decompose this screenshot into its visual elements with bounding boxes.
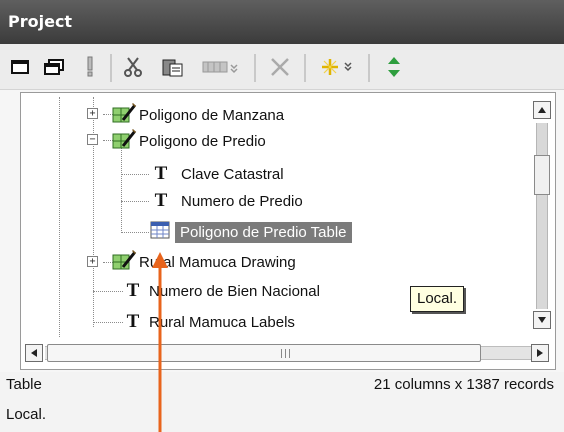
tree-item-label: Clave Catastral xyxy=(181,165,284,183)
tree-item-rural-mamuca-drawing[interactable]: Rural Mamuca Drawing xyxy=(111,249,296,275)
drawing-icon xyxy=(111,102,139,128)
drawing-icon xyxy=(111,249,139,275)
toolbar-separator xyxy=(368,54,370,82)
project-tree: + − + Poligono de Manzana Poligono de Pr… xyxy=(20,92,556,370)
status-summary: 21 columns x 1387 records xyxy=(373,376,554,393)
scroll-thumb[interactable]: ||| xyxy=(47,344,481,362)
tree-item-numero-de-predio[interactable]: T Numero de Predio xyxy=(149,188,303,214)
cut-icon[interactable] xyxy=(118,52,148,82)
scroll-right-button[interactable] xyxy=(531,344,549,362)
expand-toggle[interactable]: + xyxy=(87,108,98,119)
arrow-left-icon xyxy=(31,349,37,357)
toolbar xyxy=(0,44,564,90)
tree-connector xyxy=(121,174,149,175)
tree-item-poligono-de-predio-table[interactable]: Poligono de Predio Table xyxy=(149,219,352,245)
tree-item-poligono-de-predio[interactable]: Poligono de Predio xyxy=(111,128,266,154)
tooltip: Local. xyxy=(410,286,465,312)
callout-arrow-icon xyxy=(152,252,168,432)
scroll-left-button[interactable] xyxy=(25,344,43,362)
drawing-icon xyxy=(111,128,139,154)
tree-connector xyxy=(121,201,149,202)
tree-connector xyxy=(121,141,122,233)
project-window: Project + − + Poligono de Manzana Poligo… xyxy=(0,0,564,432)
tree-item-label: Poligono de Manzana xyxy=(139,106,285,124)
text-labels-icon: T xyxy=(126,280,140,301)
status-bar: Table 21 columns x 1387 records Local. xyxy=(0,372,564,432)
new-item-icon[interactable] xyxy=(318,52,362,82)
horizontal-scrollbar[interactable]: ||| xyxy=(25,343,553,363)
delete-icon[interactable] xyxy=(266,52,294,82)
status-tip: Local. xyxy=(6,406,47,423)
arrow-down-icon xyxy=(538,317,546,323)
properties-icon[interactable] xyxy=(80,52,100,82)
tree-connector xyxy=(93,291,123,292)
tree-item-clave-catastral[interactable]: T Clave Catastral xyxy=(149,161,284,187)
tree-connector xyxy=(121,232,149,233)
tree-item-rural-mamuca-labels[interactable]: T Rural Mamuca Labels xyxy=(121,309,295,335)
scroll-track[interactable] xyxy=(536,123,548,309)
tree-item-label: Poligono de Predio xyxy=(139,132,266,150)
collapse-toggle[interactable]: − xyxy=(87,134,98,145)
arrow-up-icon xyxy=(538,107,546,113)
tree-item-label: Numero de Predio xyxy=(181,192,303,210)
text-labels-icon: T xyxy=(126,311,140,332)
restore-window-icon[interactable] xyxy=(40,52,68,82)
scroll-grip-icon: ||| xyxy=(280,349,293,359)
refresh-icon[interactable] xyxy=(380,52,408,82)
arrow-right-icon xyxy=(537,349,543,357)
tree-connector xyxy=(93,322,123,323)
table-icon xyxy=(149,220,175,244)
tree-connector xyxy=(59,97,60,337)
vertical-scrollbar[interactable] xyxy=(533,101,551,331)
tree-item-label-selected: Poligono de Predio Table xyxy=(175,221,352,243)
status-item-type: Table xyxy=(6,376,42,393)
expand-toggle[interactable]: + xyxy=(87,256,98,267)
import-icon[interactable] xyxy=(200,52,244,82)
scroll-up-button[interactable] xyxy=(533,101,551,119)
text-labels-icon: T xyxy=(154,190,168,211)
text-labels-icon: T xyxy=(154,163,168,184)
toolbar-separator xyxy=(304,54,306,82)
tree-item-label: Rural Mamuca Labels xyxy=(149,313,295,331)
scroll-thumb[interactable] xyxy=(534,155,550,195)
tree-item-label: Numero de Bien Nacional xyxy=(149,282,320,300)
tree-item-poligono-de-manzana[interactable]: Poligono de Manzana xyxy=(111,102,284,128)
toolbar-separator xyxy=(110,54,112,82)
toolbar-separator xyxy=(254,54,256,82)
scroll-down-button[interactable] xyxy=(533,311,551,329)
panel-title: Project xyxy=(0,0,564,44)
paste-icon[interactable] xyxy=(158,52,188,82)
window-icon[interactable] xyxy=(6,52,34,82)
tree-connector xyxy=(93,97,94,327)
